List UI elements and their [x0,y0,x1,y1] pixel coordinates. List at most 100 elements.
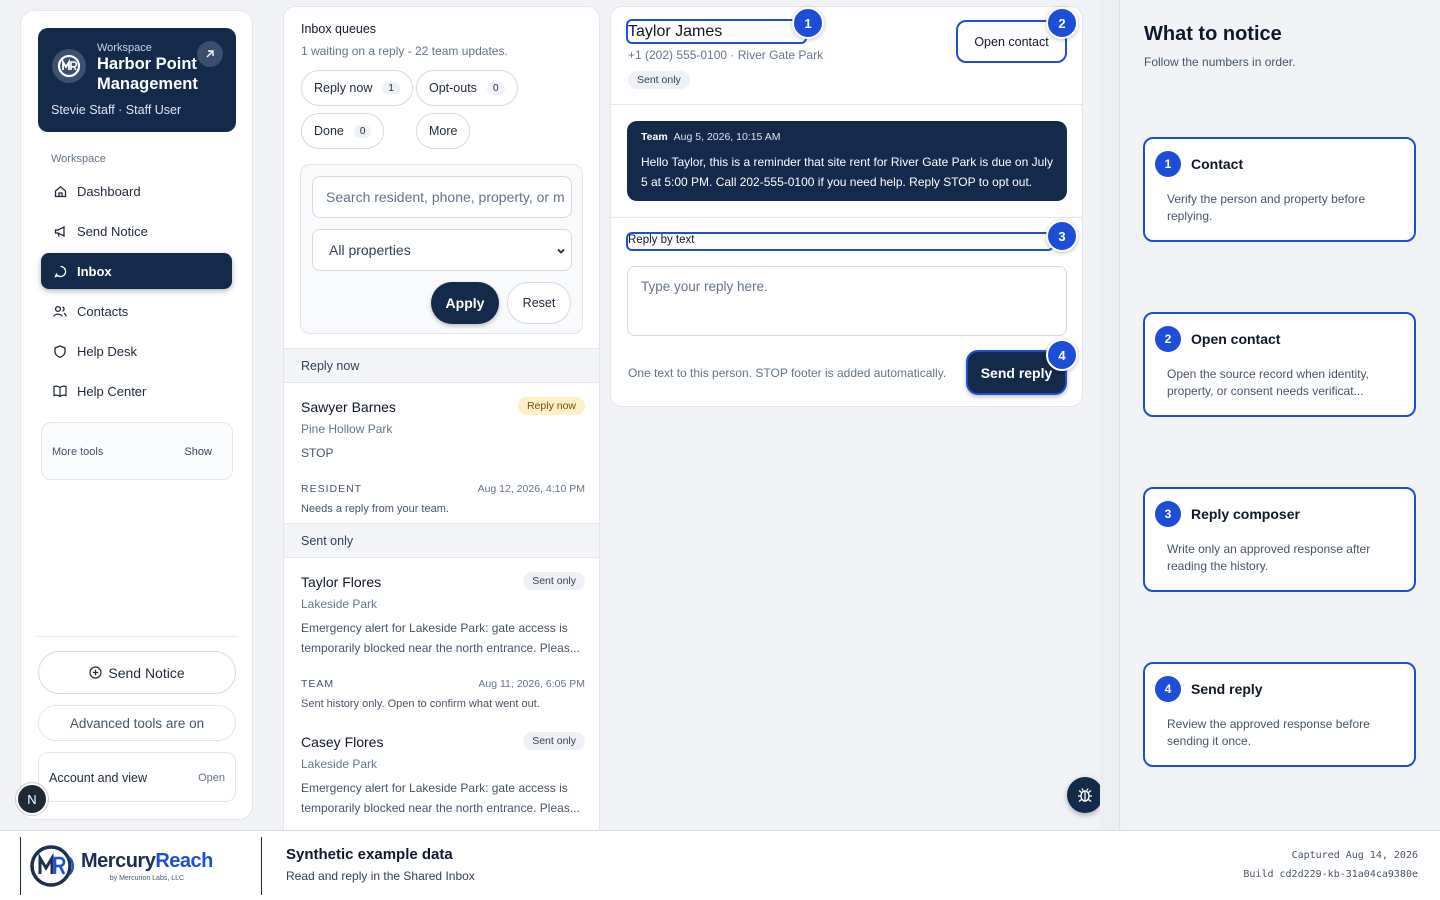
step-marker-4: 4 [1046,339,1078,371]
logo-wordmark: MercuryReach by Mercurion Labs, LLC [81,851,213,882]
chip-opt-outs[interactable]: Opt-outs 0 [416,70,518,106]
inbox-filters: Search resident, phone, property, or m A… [300,164,583,334]
inbox-title: Inbox queues [301,22,377,36]
inbox-subtitle: 1 waiting on a reply - 22 team updates. [301,44,508,58]
scrollbar-gutter [1100,0,1120,830]
chip-count: 0 [353,124,372,138]
notice-subtitle: Follow the numbers in order. [1144,55,1296,69]
notice-card: 3 Reply composer Write only an approved … [1143,487,1416,592]
chip-done[interactable]: Done 0 [301,113,385,149]
sidebar-item-label: Dashboard [77,183,141,199]
message-timestamp: Aug 12, 2026, 4:10 PM [477,483,585,495]
sidebar-item-label: Inbox [77,263,112,279]
users-icon [53,304,67,318]
notice-card-body: Write only an approved response after re… [1167,542,1371,573]
home-icon [53,184,67,198]
mercuryreach-logo: MercuryReach by Mercurion Labs, LLC [20,837,262,895]
notice-card-body: Open the source record when identity, pr… [1167,367,1369,398]
contact-name: Casey Flores [301,734,384,750]
chevron-down-icon [555,245,567,257]
footer-subtitle: Read and reply in the Shared Inbox [286,869,475,883]
section-heading-reply-now: Reply now [284,348,599,383]
app-shell: Workspace Harbor Point Management Stevie… [0,0,1120,830]
chip-count: 1 [382,81,400,95]
property-select-value: All properties [329,242,411,258]
message-timestamp: Aug 5, 2026, 10:15 AM [673,131,781,143]
message-preview: Emergency alert for Lakeside Park: gate … [301,621,580,655]
send-notice-label: Send Notice [108,664,185,681]
sidebar-item-send-notice[interactable]: Send Notice [41,213,232,249]
message-sender: Team [641,131,668,143]
send-notice-button[interactable]: Send Notice [38,651,236,694]
sidebar-item-label: Contacts [77,303,129,319]
property-name: Lakeside Park [301,597,378,611]
chip-label: More [429,124,458,138]
sidebar-item-help-desk[interactable]: Help Desk [41,333,232,369]
build-id: Build cd2d229-kb-31a04ca9380e [1243,869,1418,880]
step-marker-1: 1 [792,7,824,39]
message-preview: Emergency alert for Lakeside Park: gate … [301,781,580,815]
bug-report-button[interactable] [1067,777,1103,813]
workspace-card[interactable]: Workspace Harbor Point Management Stevie… [38,28,236,132]
sidebar-item-contacts[interactable]: Contacts [41,293,232,329]
message-timestamp: Aug 11, 2026, 6:05 PM [478,678,585,690]
external-link-icon[interactable] [197,41,223,67]
notice-card-body: Verify the person and property before re… [1167,192,1366,223]
account-menu[interactable]: Account and view Open [38,752,236,802]
more-tools-panel: More tools Show [41,422,233,480]
divider [611,104,1082,105]
account-open-link[interactable]: Open [198,772,225,784]
more-tools-toggle[interactable]: Show [184,446,212,458]
reply-textarea[interactable]: Type your reply here. [627,266,1067,336]
logo-name-part: Mercury [81,849,156,872]
status-badge: Reply now [517,397,585,415]
logo-byline: by Mercurion Labs, LLC [109,874,185,882]
captured-date: Captured Aug 14, 2026 [1291,850,1418,861]
chip-label: Opt-outs [429,81,477,95]
search-input[interactable]: Search resident, phone, property, or m [312,176,572,218]
status-badge: Sent only [628,71,690,89]
account-label: Account and view [49,771,147,785]
notice-card-title: Contact [1191,156,1244,172]
chip-more[interactable]: More [416,113,471,149]
reset-button[interactable]: Reset [507,282,571,324]
mercury-logo-icon [52,49,86,83]
sender-role: TEAM [301,678,335,690]
sidebar-item-label: Help Desk [77,343,137,359]
sidebar-item-help-center[interactable]: Help Center [41,373,232,409]
notice-card-body: Review the approved response before send… [1167,717,1370,748]
contact-name: Taylor Flores [301,574,382,590]
shield-icon [53,344,67,358]
step-marker-2: 2 [1046,7,1078,39]
chip-reply-now[interactable]: Reply now 1 [301,70,413,106]
sidebar-item-label: Help Center [77,383,147,399]
notice-card-number: 2 [1155,326,1181,352]
contact-phone-property: +1 (202) 555-0100 · River Gate Park [628,48,824,62]
sidebar-item-dashboard[interactable]: Dashboard [41,173,232,209]
what-to-notice-panel: What to notice Follow the numbers in ord… [1121,0,1440,830]
advanced-tools-toggle[interactable]: Advanced tools are on [38,705,236,741]
sender-role: RESIDENT [301,483,363,495]
property-select[interactable]: All properties [312,229,572,271]
mercuryreach-mark-icon [29,843,75,889]
nav-section-label: Workspace [51,153,106,165]
sidebar: Workspace Harbor Point Management Stevie… [20,10,253,820]
divider [611,217,1082,218]
footer: MercuryReach by Mercurion Labs, LLC Synt… [0,830,1440,900]
more-tools-label: More tools [52,446,104,458]
highlight-contact [626,19,807,44]
property-name: Pine Hollow Park [301,422,393,436]
dev-tools-badge[interactable]: N [16,783,48,815]
apply-button[interactable]: Apply [431,282,499,324]
logo-name-part: Reach [155,849,213,872]
footer-title: Synthetic example data [286,846,453,863]
inbox-queue-panel: Inbox queues 1 waiting on a reply - 22 t… [283,6,600,830]
notice-card-number: 3 [1155,501,1181,527]
sidebar-divider [37,636,237,637]
notice-card-number: 1 [1155,151,1181,177]
sidebar-item-inbox[interactable]: Inbox [41,253,232,289]
chip-count: 0 [486,81,505,95]
book-icon [53,384,67,398]
notice-card-number: 4 [1155,676,1181,702]
property-name: Lakeside Park [301,757,378,771]
